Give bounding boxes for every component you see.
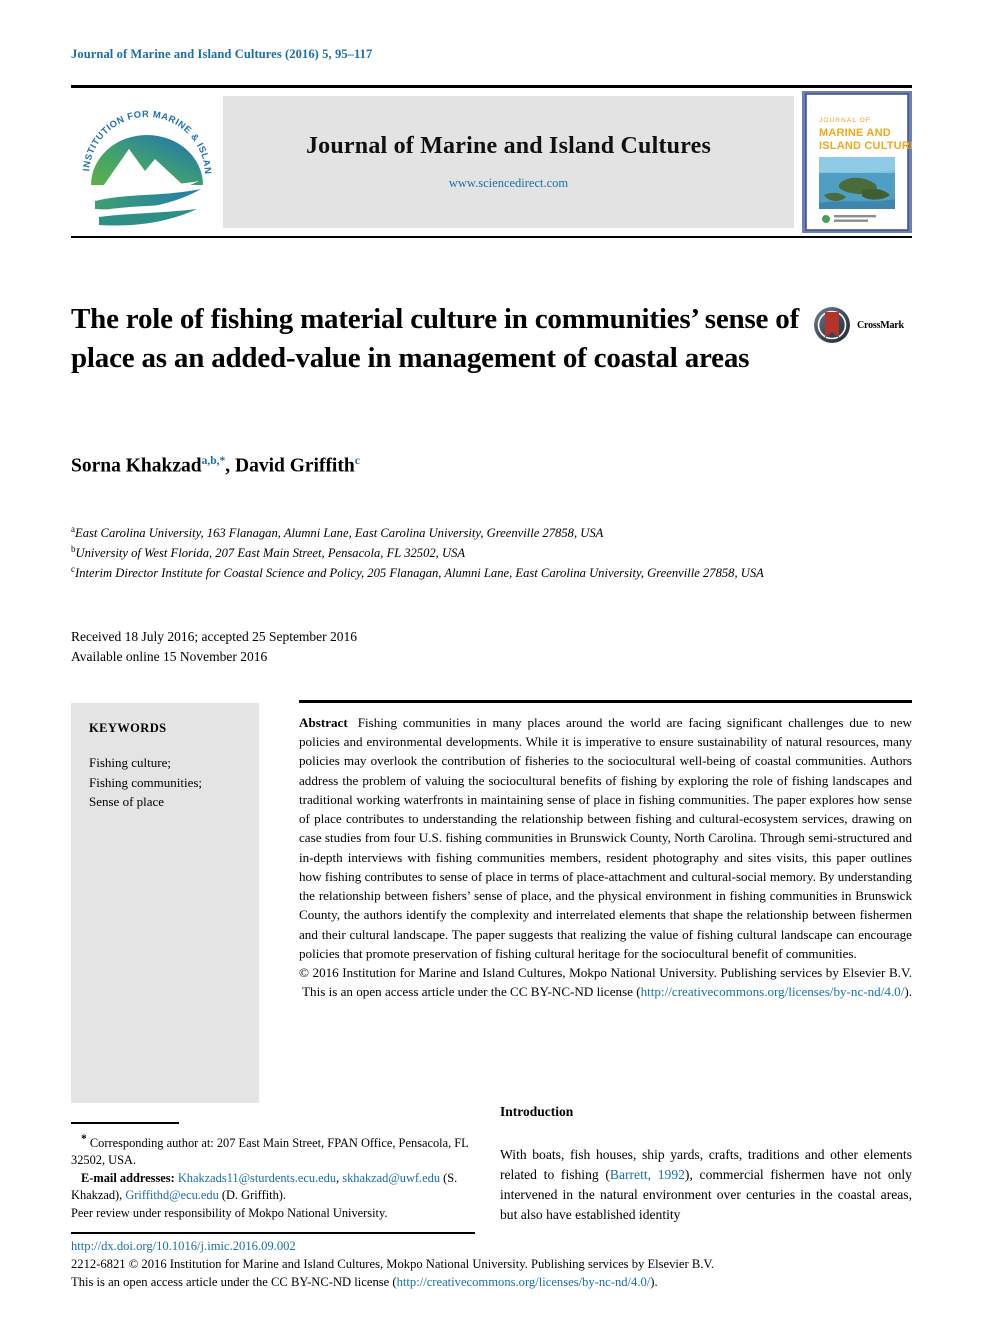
article-first-page: Journal of Marine and Island Cultures (2… [0, 0, 992, 1323]
affiliation-item: bUniversity of West Florida, 207 East Ma… [71, 543, 916, 563]
affiliation-text: University of West Florida, 207 East Mai… [75, 546, 466, 561]
abstract-label: Abstract [299, 715, 348, 730]
footer-license-link[interactable]: http://creativecommons.org/licenses/by-n… [397, 1275, 651, 1289]
author-marks-2: c [354, 455, 360, 467]
introduction-heading: Introduction [500, 1104, 574, 1119]
title-block: The role of fishing material culture in … [71, 300, 831, 377]
affiliation-item: cInterim Director Institute for Coastal … [71, 563, 916, 583]
footnote-block: * Corresponding author at: 207 East Main… [71, 1122, 475, 1223]
crossmark-label: CrossMark [857, 319, 904, 331]
footnote-divider [71, 1122, 179, 1124]
masthead-center-panel: Journal of Marine and Island Cultures ww… [223, 96, 794, 228]
corresponding-author-text: Corresponding author at: 207 East Main S… [71, 1135, 469, 1168]
email-link-1[interactable]: Khakzads11@sturdents.ecu.edu [178, 1171, 336, 1185]
abstract-paragraph: Abstract Fishing communities in many plac… [299, 713, 912, 963]
journal-cover-image: JOURNAL OF MARINE AND ISLAND CULTURES [802, 91, 925, 233]
introduction-section: Introduction With boats, fish houses, sh… [500, 1104, 912, 1225]
introduction-paragraph: With boats, fish houses, ship yards, cra… [500, 1145, 912, 1225]
article-history: Received 18 July 2016; accepted 25 Septe… [71, 627, 357, 667]
corresponding-author-mark: * [81, 1132, 87, 1145]
journal-masthead: INSTITUTION FOR MARINE & ISLAND CULTURES… [71, 85, 925, 238]
email-link-2[interactable]: skhakzad@uwf.edu [342, 1171, 440, 1185]
journal-title: Journal of Marine and Island Cultures [305, 133, 712, 159]
peer-review-note: Peer review under responsibility of Mokp… [71, 1206, 388, 1221]
affiliation-list: aEast Carolina University, 163 Flanagan,… [71, 523, 916, 583]
email-addresses-note: E-mail addresses: Khakzads11@sturdents.e… [71, 1170, 475, 1205]
journal-cover-thumbnail: JOURNAL OF MARINE AND ISLAND CULTURES [802, 91, 925, 233]
cover-line-3: ISLAND CULTURES [819, 140, 912, 152]
affiliation-text: East Carolina University, 163 Flanagan, … [75, 526, 604, 541]
received-date: Received 18 July 2016; accepted 25 Septe… [71, 629, 358, 644]
page-footer: http://dx.doi.org/10.1016/j.imic.2016.09… [71, 1238, 916, 1292]
email-author-3: (D. Griffith). [218, 1188, 286, 1203]
keyword-item: Fishing culture; [89, 755, 171, 770]
creativecommons-link[interactable]: http://creativecommons.org/licenses/by-n… [641, 984, 905, 999]
email-label: E-mail addresses: [81, 1170, 175, 1185]
running-head: Journal of Marine and Island Cultures (2… [71, 47, 373, 61]
copyright-suffix: ). [904, 984, 912, 1000]
available-online-date: Available online 15 November 2016 [71, 648, 268, 664]
author-name-2: David Griffith [234, 455, 355, 477]
corresponding-author-note: * Corresponding author at: 207 East Main… [71, 1131, 475, 1170]
keywords-panel: KEYWORDS Fishing culture; Fishing commun… [71, 703, 259, 1103]
footer-license-prefix: This is an open access article under the… [71, 1274, 397, 1289]
keyword-item: Fishing communities; [89, 774, 203, 790]
email-link-3[interactable]: Griffithd@ecu.edu [125, 1188, 218, 1202]
crossmark-badge[interactable]: CrossMark [812, 303, 912, 347]
footer-license-suffix: ). [650, 1274, 658, 1289]
citation-link[interactable]: Barrett, 1992 [610, 1167, 685, 1182]
footer-divider [71, 1232, 475, 1234]
abstract-top-rule [299, 700, 912, 703]
affiliation-text: Interim Director Institute for Coastal S… [75, 566, 764, 581]
affiliation-item: aEast Carolina University, 163 Flanagan,… [71, 523, 916, 543]
crossmark-icon [814, 307, 850, 343]
doi-link[interactable]: http://dx.doi.org/10.1016/j.imic.2016.09… [71, 1238, 916, 1256]
masthead-bottom-rule [71, 236, 912, 238]
abstract-text: Fishing communities in many places aroun… [299, 715, 912, 961]
keywords-heading: KEYWORDS [89, 721, 167, 735]
keyword-item: Sense of place [89, 794, 165, 809]
institution-logo: INSTITUTION FOR MARINE & ISLAND CULTURES [71, 89, 223, 235]
abstract-section: Abstract Fishing communities in many plac… [299, 713, 912, 1015]
sciencedirect-link[interactable]: www.sciencedirect.com [449, 176, 568, 191]
cover-line-1: JOURNAL OF [819, 117, 871, 124]
author-list: Sorna Khakzada,b,*, David Griffithc [71, 455, 360, 478]
footer-copyright-line: 2212-6821 © 2016 Institution for Marine … [71, 1256, 715, 1271]
author-marks-1: a,b,* [201, 455, 226, 467]
author-name-1: Sorna Khakzad [71, 455, 202, 477]
institution-logo-icon: INSTITUTION FOR MARINE & ISLAND CULTURES [71, 89, 212, 226]
abstract-copyright: © 2016 Institution for Marine and Island… [299, 963, 912, 1001]
page-title: The role of fishing material culture in … [71, 303, 800, 374]
author-separator: , [225, 455, 235, 477]
cover-line-2: MARINE AND [819, 127, 891, 139]
footer-license-line: This is an open access article under the… [71, 1274, 916, 1292]
